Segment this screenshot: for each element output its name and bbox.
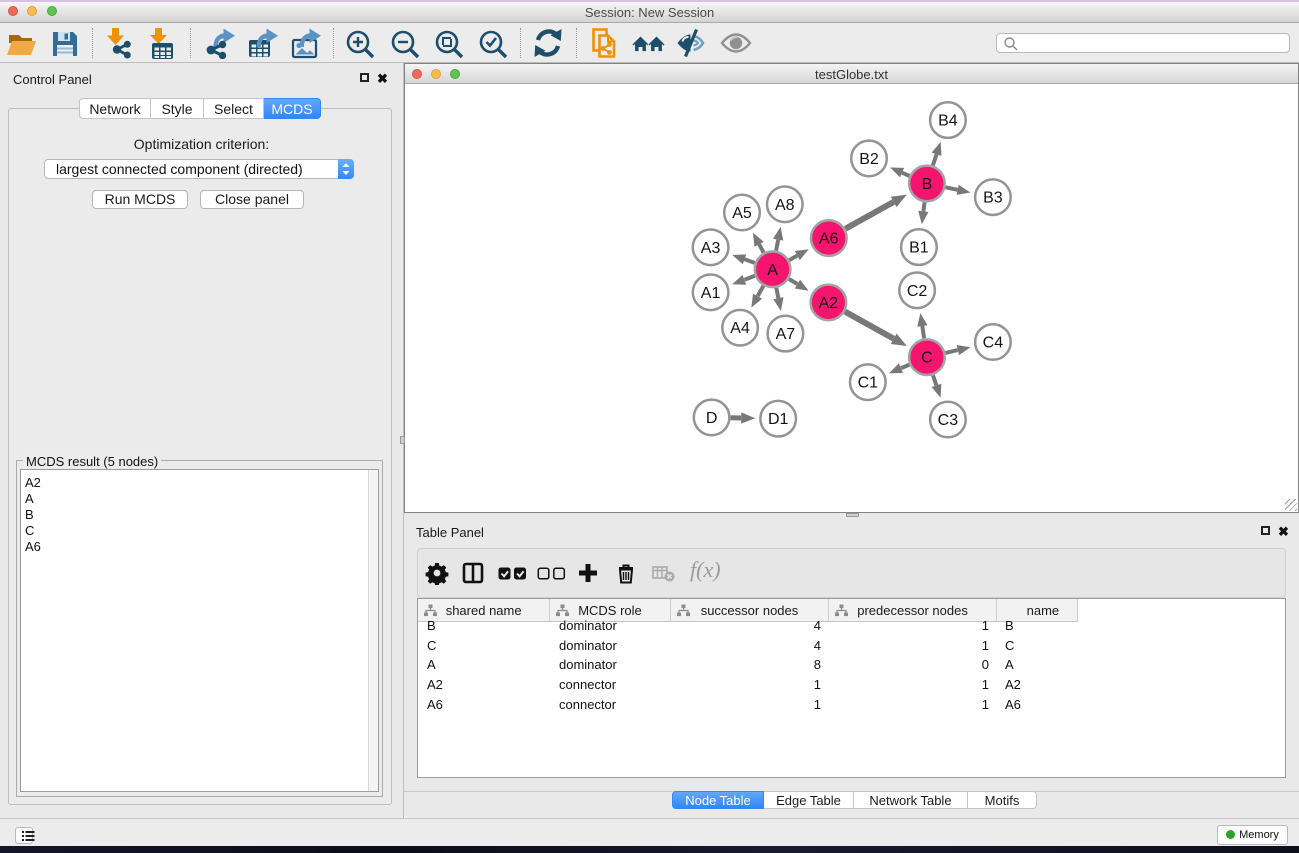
svg-text:A6: A6 [819, 231, 839, 248]
svg-text:C3: C3 [938, 412, 959, 429]
svg-text:A1: A1 [701, 285, 721, 302]
svg-text:A4: A4 [730, 320, 750, 337]
svg-text:C1: C1 [858, 375, 879, 392]
svg-text:B1: B1 [909, 240, 929, 257]
svg-text:A5: A5 [732, 205, 752, 222]
svg-text:A: A [767, 262, 778, 279]
svg-text:A8: A8 [775, 197, 795, 214]
svg-text:A7: A7 [776, 326, 796, 343]
svg-text:C2: C2 [907, 283, 928, 300]
svg-text:C4: C4 [983, 335, 1004, 352]
svg-text:C: C [921, 350, 933, 367]
svg-text:B: B [922, 176, 933, 193]
svg-text:B4: B4 [938, 113, 958, 130]
svg-text:A3: A3 [701, 240, 721, 257]
svg-text:D: D [706, 410, 718, 427]
svg-text:A2: A2 [819, 295, 839, 312]
svg-text:B2: B2 [859, 151, 879, 168]
svg-text:B3: B3 [983, 190, 1003, 207]
svg-text:D1: D1 [768, 411, 789, 428]
